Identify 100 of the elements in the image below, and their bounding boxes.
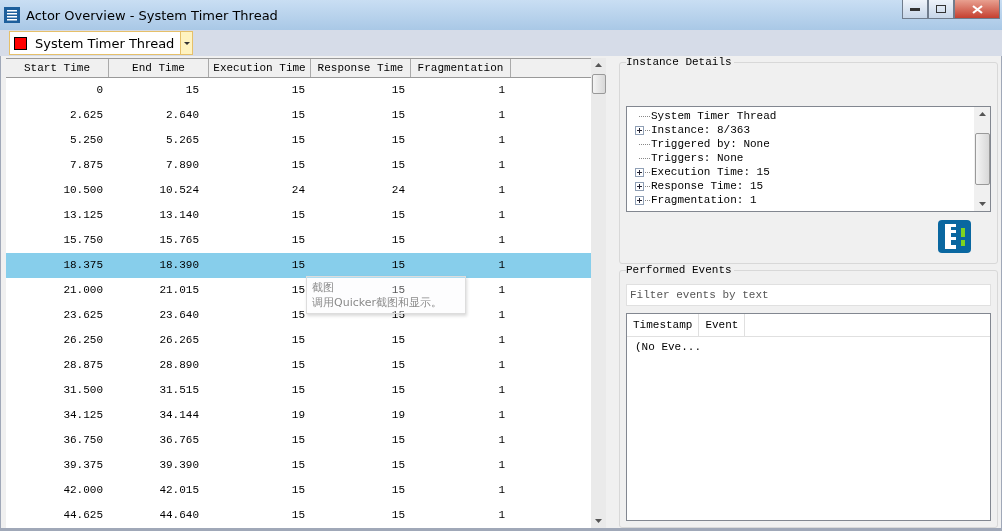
table-cell: 34.125 — [63, 409, 103, 422]
table-row[interactable]: 18.375 18.390 15 15 1 — [6, 253, 591, 278]
column-header[interactable]: Timestamp — [627, 314, 700, 336]
table-cell: 18.375 — [63, 259, 103, 272]
scrollbar-thumb[interactable] — [591, 74, 606, 94]
table-cell: 28.875 — [63, 359, 103, 372]
table-cell: 44.625 — [63, 509, 103, 522]
minimize-button[interactable] — [902, 0, 928, 19]
table-cell: 23.625 — [63, 309, 103, 322]
expand-icon[interactable] — [635, 181, 644, 191]
table-cell: 7.890 — [166, 159, 199, 172]
table-cell: 15 — [291, 134, 305, 147]
table-cell: 15 — [391, 434, 405, 447]
table-cell: 19 — [391, 409, 405, 422]
table-cell: 15 — [291, 84, 305, 97]
column-header[interactable]: Event — [699, 314, 746, 336]
table-cell: 1 — [498, 509, 505, 522]
table-cell: 15 — [291, 309, 305, 322]
tree-item[interactable]: Instance: 8/363 — [635, 123, 974, 137]
table-cell: 24 — [291, 184, 305, 197]
table-cell: 15 — [291, 509, 305, 522]
table-cell: 15 — [291, 109, 305, 122]
table-cell: 15 — [185, 84, 199, 97]
table-cell: 15 — [391, 134, 405, 147]
table-cell: 2.625 — [70, 109, 103, 122]
close-button[interactable] — [954, 0, 1000, 19]
table-cell: 15 — [391, 359, 405, 372]
table-cell: 15 — [291, 259, 305, 272]
table-cell: 1 — [498, 309, 505, 322]
scrollbar[interactable] — [974, 107, 990, 211]
table-cell: 1 — [498, 459, 505, 472]
tree-item[interactable]: Triggered by: None — [635, 137, 974, 151]
table-cell: 26.250 — [63, 334, 103, 347]
table-cell: 26.265 — [159, 334, 199, 347]
table-cell: 15 — [391, 284, 405, 297]
maximize-button[interactable] — [928, 0, 954, 19]
table-cell: 21.000 — [63, 284, 103, 297]
table-cell: 31.515 — [159, 384, 199, 397]
table-cell: 15 — [291, 159, 305, 172]
table-cell: 1 — [498, 109, 505, 122]
column-header[interactable]: Fragmentation — [411, 59, 511, 77]
panel-title: Performed Events — [626, 264, 734, 276]
table-cell: 1 — [498, 159, 505, 172]
table-cell: 18.390 — [159, 259, 199, 272]
table-cell: 15 — [391, 159, 405, 172]
table-cell: 1 — [498, 184, 505, 197]
scroll-up-icon[interactable] — [978, 112, 986, 116]
table-cell: 15 — [291, 334, 305, 347]
table-cell: 36.765 — [159, 434, 199, 447]
table-cell: 15 — [291, 484, 305, 497]
table-cell: 1 — [498, 284, 505, 297]
table-cell: 15.765 — [159, 234, 199, 247]
scroll-down-icon[interactable] — [978, 202, 986, 206]
table-cell: 28.890 — [159, 359, 199, 372]
table-cell: 1 — [498, 134, 505, 147]
column-header[interactable]: Execution Time — [209, 59, 311, 77]
tree-item[interactable]: Response Time: 15 — [635, 179, 974, 193]
filter-field[interactable]: Filter events by text — [626, 284, 991, 306]
scrollbar[interactable] — [591, 58, 606, 528]
tree-item[interactable]: System Timer Thread — [635, 109, 974, 123]
table-cell: 13.140 — [159, 209, 199, 222]
column-header[interactable]: Start Time — [6, 59, 109, 77]
window-title: Actor Overview - System Timer Thread — [26, 7, 279, 23]
minimize-icon — [910, 7, 920, 11]
table-cell: 15.750 — [63, 234, 103, 247]
table-cell: 1 — [498, 84, 505, 97]
table-cell: 15 — [391, 234, 405, 247]
table-cell: 1 — [498, 484, 505, 497]
scroll-down-icon[interactable] — [595, 519, 602, 523]
table-cell: 1 — [498, 259, 505, 272]
table-cell: 36.750 — [63, 434, 103, 447]
tree-item[interactable]: Execution Time: 15 — [635, 165, 974, 179]
table-cell: 1 — [498, 359, 505, 372]
maximize-icon — [936, 5, 946, 13]
expand-icon[interactable] — [635, 167, 644, 177]
table-cell: 5.250 — [70, 134, 103, 147]
empty-message: (No Eve... — [634, 340, 702, 355]
table-cell: 15 — [391, 84, 405, 97]
table-cell: 15 — [291, 234, 305, 247]
table-cell: 5.265 — [166, 134, 199, 147]
tree-item[interactable]: Triggers: None — [635, 151, 974, 165]
table-cell: 1 — [498, 384, 505, 397]
table-cell: 15 — [391, 209, 405, 222]
table-cell: 10.500 — [63, 184, 103, 197]
table-cell: 1 — [498, 434, 505, 447]
table-cell: 39.375 — [63, 459, 103, 472]
tooltip-title: 截图 — [312, 280, 334, 295]
table-cell: 15 — [391, 509, 405, 522]
table-cell: 1 — [498, 234, 505, 247]
column-header[interactable]: End Time — [109, 59, 209, 77]
scrollbar-thumb[interactable] — [974, 133, 990, 185]
expand-icon[interactable] — [635, 125, 644, 135]
table-cell: 24 — [391, 184, 405, 197]
table-cell: 15 — [391, 259, 405, 272]
tree-item[interactable]: Fragmentation: 1 — [635, 193, 974, 207]
panel-title: Instance Details — [626, 56, 734, 68]
expand-icon[interactable] — [635, 195, 644, 205]
column-header[interactable]: Response Time — [311, 59, 411, 77]
table-cell: 15 — [291, 384, 305, 397]
scroll-up-icon[interactable] — [595, 63, 602, 67]
